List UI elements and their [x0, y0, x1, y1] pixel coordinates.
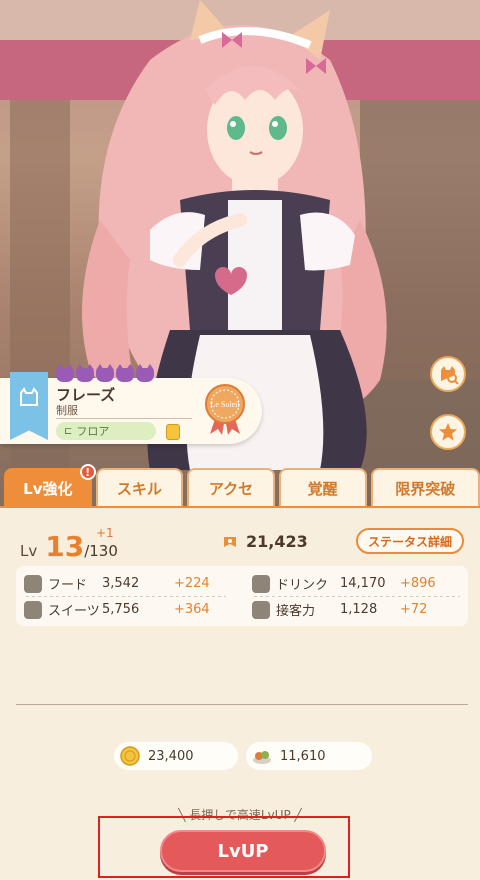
stat-bonus: +364 — [174, 602, 210, 617]
drink-icon — [252, 574, 270, 593]
bookmark-ribbon — [10, 372, 48, 440]
tab-skill[interactable]: スキル — [95, 468, 184, 506]
coin-icon — [120, 746, 140, 766]
stat-divider — [254, 596, 460, 597]
stat-label: フード — [48, 578, 88, 593]
tab-label: スキル — [116, 479, 162, 498]
medal-text: Le Soleil — [210, 400, 240, 409]
stat-value: 1,128 — [340, 602, 378, 617]
divider — [56, 418, 192, 419]
level-current: 13 — [45, 530, 85, 563]
alert-badge: ! — [79, 464, 96, 480]
tab-lv-enhance[interactable]: Lv強化 ! — [4, 464, 96, 506]
gold-display: 21,423 — [222, 532, 308, 551]
tab-label: 限界突破 — [395, 479, 456, 498]
stat-value: 14,170 — [340, 576, 386, 591]
stat-label: 接客力 — [276, 604, 316, 619]
stat-service: 接客力 1,128 +72 — [252, 600, 462, 619]
medal-icon: Le Soleil — [205, 384, 245, 435]
stat-food: フード 3,542 +224 — [24, 574, 224, 593]
coin-cost: 23,400 — [114, 742, 238, 770]
stat-divider — [26, 596, 226, 597]
tab-label: アクセ — [208, 479, 254, 498]
stat-drink: ドリンク 14,170 +896 — [252, 574, 462, 593]
stats-panel: フード 3,542 +224 ドリンク 14,170 +896 スイーツ 5,7… — [16, 566, 468, 626]
level-label: Lv — [20, 542, 38, 560]
food-icon — [24, 574, 42, 593]
food-cost-value: 11,610 — [280, 748, 326, 764]
stat-label: ドリンク — [276, 578, 329, 593]
service-icon — [252, 600, 270, 619]
stat-value: 5,756 — [102, 602, 140, 617]
level-gain: +1 — [96, 526, 114, 540]
stat-bonus: +224 — [174, 576, 210, 591]
gold-tag-icon — [224, 536, 236, 547]
tab-label: 覚醒 — [307, 479, 338, 498]
cat-face-icon — [20, 387, 38, 406]
character-outfit: 制服 — [56, 404, 78, 417]
coin-cost-value: 23,400 — [148, 748, 194, 764]
role-tag: ⊏ フロア — [56, 422, 156, 440]
stat-bonus: +896 — [400, 576, 436, 591]
favorite-button[interactable] — [430, 414, 466, 450]
cat-search-icon — [441, 366, 459, 385]
stat-value: 3,542 — [102, 576, 140, 591]
highlight-box — [98, 816, 350, 878]
status-detail-button[interactable]: ステータス詳細 — [356, 528, 464, 554]
divider — [16, 704, 468, 705]
tab-label: Lv強化 — [23, 479, 73, 498]
tab-bar: Lv強化 ! スキル アクセ 覚醒 限界突破 — [0, 464, 480, 508]
gold-value: 21,423 — [246, 532, 308, 551]
tab-limit-break[interactable]: 限界突破 — [370, 468, 480, 506]
tab-awakening[interactable]: 覚醒 — [278, 468, 367, 506]
star-icon — [439, 423, 457, 441]
stat-label: スイーツ — [48, 604, 100, 619]
bell-icon — [166, 424, 180, 440]
food-plate-icon — [253, 751, 271, 764]
stat-bonus: +72 — [400, 602, 428, 617]
food-cost: 11,610 — [246, 742, 372, 770]
level-max: /130 — [84, 542, 118, 560]
sweets-icon — [24, 600, 42, 619]
shoe-icon: ⊏ — [64, 425, 73, 437]
role-tag-label: フロア — [76, 425, 110, 438]
stat-sweets: スイーツ 5,756 +364 — [24, 600, 224, 619]
tab-accessory[interactable]: アクセ — [187, 468, 275, 506]
character-search-button[interactable] — [430, 356, 466, 392]
rarity-pips — [56, 364, 154, 382]
